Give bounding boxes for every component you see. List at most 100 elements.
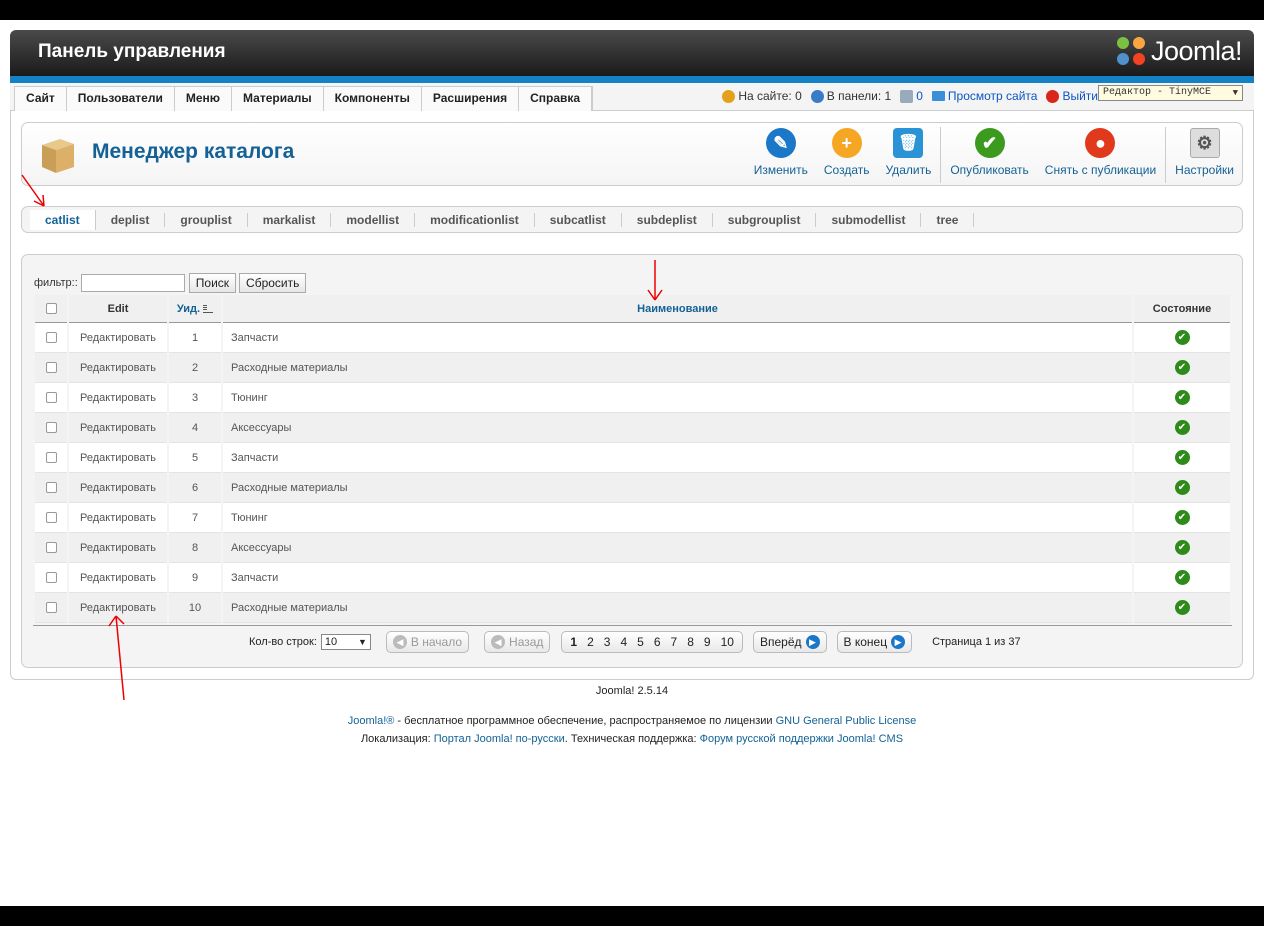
tab-tree[interactable]: tree [921, 212, 975, 227]
license-link[interactable]: GNU General Public License [776, 715, 917, 727]
table-row: Редактировать 8 Аксессуары ✔ [35, 533, 1230, 563]
tab-modellist[interactable]: modellist [331, 212, 416, 227]
edit-link[interactable]: Редактировать [69, 563, 167, 593]
bottom-bar [0, 906, 1264, 926]
page-number[interactable]: 6 [649, 635, 666, 649]
menu-item[interactable]: Справка [519, 87, 593, 111]
prev-button[interactable]: ◀ Назад [484, 630, 551, 653]
logout-link[interactable]: Выйти [1046, 89, 1098, 103]
row-state[interactable]: ✔ [1134, 503, 1230, 533]
row-state[interactable]: ✔ [1134, 443, 1230, 473]
select-all-checkbox[interactable] [45, 303, 57, 315]
row-state[interactable]: ✔ [1134, 533, 1230, 563]
row-checkbox[interactable] [45, 482, 57, 494]
joomla-link[interactable]: Joomla!® [348, 715, 395, 727]
row-state[interactable]: ✔ [1134, 383, 1230, 413]
row-state[interactable]: ✔ [1134, 593, 1230, 623]
row-name: Расходные материалы [223, 473, 1132, 503]
menu-item[interactable]: Меню [175, 87, 233, 111]
tab-catlist[interactable]: catlist [30, 209, 96, 230]
page-number[interactable]: 10 [716, 635, 739, 649]
edit-link[interactable]: Редактировать [69, 413, 167, 443]
row-checkbox[interactable] [45, 572, 57, 584]
edit-link[interactable]: Редактировать [69, 473, 167, 503]
menu-item[interactable]: Пользователи [67, 87, 175, 111]
toolbar-button-options[interactable]: ⚙ Настройки [1167, 127, 1242, 183]
row-checkbox[interactable] [45, 332, 57, 344]
row-select-cell [35, 563, 67, 593]
edit-link[interactable]: Редактировать [69, 593, 167, 623]
toolbar-button-trash[interactable]: 🗑 Удалить [878, 127, 940, 183]
toolbar-button-plus[interactable]: + Создать [816, 127, 878, 183]
row-checkbox[interactable] [45, 422, 57, 434]
row-state[interactable]: ✔ [1134, 473, 1230, 503]
menu-item[interactable]: Материалы [232, 87, 324, 111]
menu-item[interactable]: Компоненты [324, 87, 422, 111]
submenu-tabs: catlist deplist grouplist markalist modellis… [21, 206, 1243, 233]
next-button[interactable]: Вперёд ▶ [752, 630, 827, 653]
view-site-link[interactable]: Просмотр сайта [931, 89, 1037, 103]
edit-link[interactable]: Редактировать [69, 503, 167, 533]
localization-link[interactable]: Портал Joomla! по-русски [434, 733, 565, 745]
support-link[interactable]: Форум русской поддержки Joomla! CMS [700, 733, 903, 745]
row-select-cell [35, 323, 67, 353]
menu-item[interactable]: Расширения [422, 87, 520, 111]
menu-item[interactable]: Сайт [15, 87, 67, 111]
search-button[interactable]: Поиск [188, 273, 237, 293]
page-number[interactable]: 2 [582, 635, 599, 649]
row-checkbox[interactable] [45, 362, 57, 374]
end-button[interactable]: В конец ▶ [836, 630, 913, 653]
edit-link[interactable]: Редактировать [69, 353, 167, 383]
row-checkbox[interactable] [45, 392, 57, 404]
row-id: 6 [169, 473, 221, 503]
col-id[interactable]: Уид. [169, 295, 221, 323]
edit-link[interactable]: Редактировать [69, 323, 167, 353]
toolbar-button-check[interactable]: ✔ Опубликовать [942, 127, 1036, 183]
tab-subcatlist[interactable]: subcatlist [535, 212, 622, 227]
page-number[interactable]: 7 [666, 635, 683, 649]
tab-subdeplist[interactable]: subdeplist [622, 212, 713, 227]
tab-subgrouplist[interactable]: subgrouplist [713, 212, 817, 227]
rows-per-page-select[interactable]: 10 ▼ [320, 633, 371, 650]
filter-input[interactable] [80, 274, 185, 292]
row-select-cell [35, 503, 67, 533]
messages-link[interactable]: 0 [900, 89, 923, 103]
chevron-down-icon: ▼ [357, 636, 367, 647]
row-state[interactable]: ✔ [1134, 323, 1230, 353]
row-checkbox[interactable] [45, 602, 57, 614]
reset-button[interactable]: Сбросить [239, 273, 307, 293]
tab-modificationlist[interactable]: modificationlist [415, 212, 535, 227]
published-check-icon: ✔ [1174, 390, 1190, 405]
row-state[interactable]: ✔ [1134, 563, 1230, 593]
tab-grouplist[interactable]: grouplist [165, 212, 248, 227]
edit-link[interactable]: Редактировать [69, 443, 167, 473]
row-state[interactable]: ✔ [1134, 413, 1230, 443]
row-state[interactable]: ✔ [1134, 353, 1230, 383]
toolbar-button-pencil[interactable]: ✎ Изменить [746, 127, 816, 183]
list-box: фильтр:: Поиск Сбросить Edit Уид. Наимен… [21, 254, 1243, 668]
row-id: 7 [169, 503, 221, 533]
row-checkbox[interactable] [45, 512, 57, 524]
page-number[interactable]: 3 [599, 635, 616, 649]
editor-select[interactable]: Редактор - TinyMCE ▼ [1098, 85, 1243, 101]
header-accent-bar [10, 76, 1254, 83]
table-row: Редактировать 9 Запчасти ✔ [35, 563, 1230, 593]
toolbar-separator [940, 127, 942, 183]
edit-link[interactable]: Редактировать [69, 383, 167, 413]
tab-submodellist[interactable]: submodellist [816, 212, 922, 227]
col-name[interactable]: Наименование [223, 295, 1132, 323]
row-checkbox[interactable] [45, 542, 57, 554]
published-check-icon: ✔ [1174, 450, 1190, 465]
page-number[interactable]: 4 [615, 635, 632, 649]
page-number[interactable]: 8 [682, 635, 699, 649]
published-check-icon: ✔ [1174, 330, 1190, 345]
page-number[interactable]: 1 [565, 635, 582, 649]
tab-deplist[interactable]: deplist [96, 212, 166, 227]
page-number[interactable]: 9 [699, 635, 716, 649]
start-button[interactable]: ◀ В начало [385, 630, 470, 653]
row-checkbox[interactable] [45, 452, 57, 464]
tab-markalist[interactable]: markalist [248, 212, 332, 227]
toolbar-button-unpublish[interactable]: ● Снять с публикации [1037, 127, 1164, 183]
page-number[interactable]: 5 [632, 635, 649, 649]
edit-link[interactable]: Редактировать [69, 533, 167, 563]
